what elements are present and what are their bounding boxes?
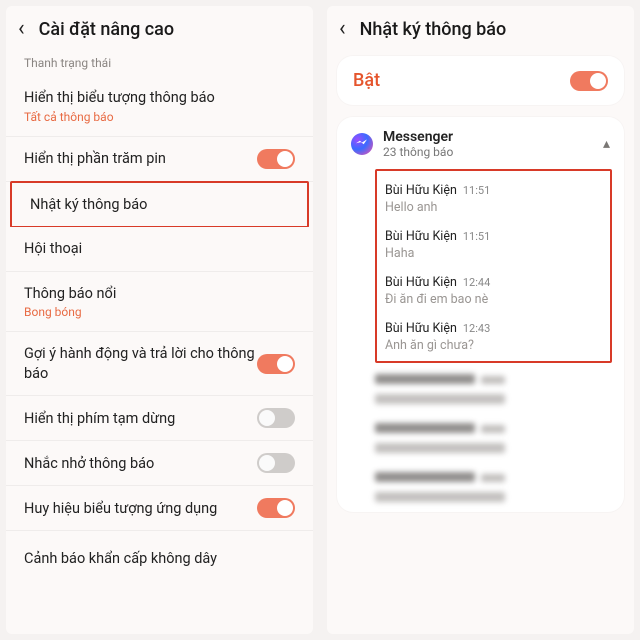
notification-item[interactable]: Bùi Hữu Kiện 11:51 Hello anh xyxy=(385,179,602,225)
group-header[interactable]: Messenger 23 thông báo ▴ xyxy=(349,125,612,167)
row-title: Thông báo nổi xyxy=(24,284,116,304)
row-battery-percent[interactable]: Hiển thị phần trăm pin xyxy=(6,137,313,182)
time: 12:43 xyxy=(463,322,490,335)
toggle-master[interactable] xyxy=(570,71,608,91)
row-pause-button[interactable]: Hiển thị phím tạm dừng xyxy=(6,396,313,441)
settings-screen: ‹ Cài đặt nâng cao Thanh trạng thái Hiển… xyxy=(6,6,313,634)
sender: Bùi Hữu Kiện xyxy=(385,275,457,290)
row-title: Nhắc nhở thông báo xyxy=(24,454,154,474)
chevron-up-icon[interactable]: ▴ xyxy=(603,136,610,152)
toggle-pause[interactable] xyxy=(257,408,295,428)
row-emergency[interactable]: Cảnh báo khẩn cấp không dây xyxy=(6,537,313,581)
row-notification-icons[interactable]: Hiển thị biểu tượng thông báo Tất cả thô… xyxy=(6,76,313,137)
blurred-item xyxy=(375,418,612,453)
sender: Bùi Hữu Kiện xyxy=(385,183,457,198)
row-title: Hiển thị phần trăm pin xyxy=(24,149,166,169)
back-icon[interactable]: ‹ xyxy=(339,18,346,40)
page-title: Nhật ký thông báo xyxy=(360,19,507,40)
notification-log-screen: ‹ Nhật ký thông báo Bật Messenger 23 thô… xyxy=(327,6,634,634)
message-body: Anh ăn gì chưa? xyxy=(385,338,602,353)
row-title: Cảnh báo khẩn cấp không dây xyxy=(24,549,217,569)
row-title: Hiển thị phím tạm dừng xyxy=(24,409,175,429)
row-title: Huy hiệu biểu tượng ứng dụng xyxy=(24,499,217,519)
blurred-item xyxy=(375,369,612,404)
section-label: Thanh trạng thái xyxy=(6,48,313,76)
message-body: Haha xyxy=(385,246,602,261)
header: ‹ Nhật ký thông báo xyxy=(327,6,634,48)
row-title: Nhật ký thông báo xyxy=(30,195,147,215)
highlight-notification-log: Nhật ký thông báo xyxy=(10,181,309,229)
row-reminder[interactable]: Nhắc nhở thông báo xyxy=(6,441,313,486)
notification-item[interactable]: Bùi Hữu Kiện 11:51 Haha xyxy=(385,225,602,271)
master-toggle-card: Bật xyxy=(337,56,624,105)
row-title: Hội thoại xyxy=(24,239,82,259)
highlight-messages: Bùi Hữu Kiện 11:51 Hello anh Bùi Hữu Kiện… xyxy=(375,169,612,363)
row-sub: Tất cả thông báo xyxy=(24,110,215,124)
row-conversations[interactable]: Hội thoại xyxy=(6,227,313,272)
toggle-badge[interactable] xyxy=(257,498,295,518)
row-sub: Bong bóng xyxy=(24,305,116,319)
row-suggest-actions[interactable]: Gợi ý hành động và trả lời cho thông báo xyxy=(6,332,313,396)
notification-item[interactable]: Bùi Hữu Kiện 12:44 Đi ăn đi em bao nè xyxy=(385,271,602,317)
message-body: Đi ăn đi em bao nè xyxy=(385,292,602,307)
row-notification-log[interactable]: Nhật ký thông báo xyxy=(12,183,307,227)
row-floating[interactable]: Thông báo nổi Bong bóng xyxy=(6,272,313,333)
row-title: Hiển thị biểu tượng thông báo xyxy=(24,88,215,108)
messenger-icon xyxy=(351,133,373,155)
toggle-reminder[interactable] xyxy=(257,453,295,473)
header: ‹ Cài đặt nâng cao xyxy=(6,6,313,48)
toggle-battery[interactable] xyxy=(257,149,295,169)
notification-item[interactable]: Bùi Hữu Kiện 12:43 Anh ăn gì chưa? xyxy=(385,317,602,355)
blurred-notifications xyxy=(375,369,612,502)
time: 11:51 xyxy=(463,230,490,243)
toggle-suggest[interactable] xyxy=(257,354,295,374)
group-count: 23 thông báo xyxy=(383,145,453,159)
group-name: Messenger xyxy=(383,129,453,145)
on-label: Bật xyxy=(353,70,380,91)
sender: Bùi Hữu Kiện xyxy=(385,321,457,336)
row-title: Gợi ý hành động và trả lời cho thông báo xyxy=(24,344,257,383)
time: 11:51 xyxy=(463,184,490,197)
blurred-item xyxy=(375,467,612,502)
time: 12:44 xyxy=(463,276,490,289)
row-badge[interactable]: Huy hiệu biểu tượng ứng dụng xyxy=(6,486,313,531)
page-title: Cài đặt nâng cao xyxy=(39,19,175,40)
app-group-messenger: Messenger 23 thông báo ▴ Bùi Hữu Kiện 11:… xyxy=(337,117,624,512)
back-icon[interactable]: ‹ xyxy=(18,18,25,40)
message-body: Hello anh xyxy=(385,200,602,215)
sender: Bùi Hữu Kiện xyxy=(385,229,457,244)
